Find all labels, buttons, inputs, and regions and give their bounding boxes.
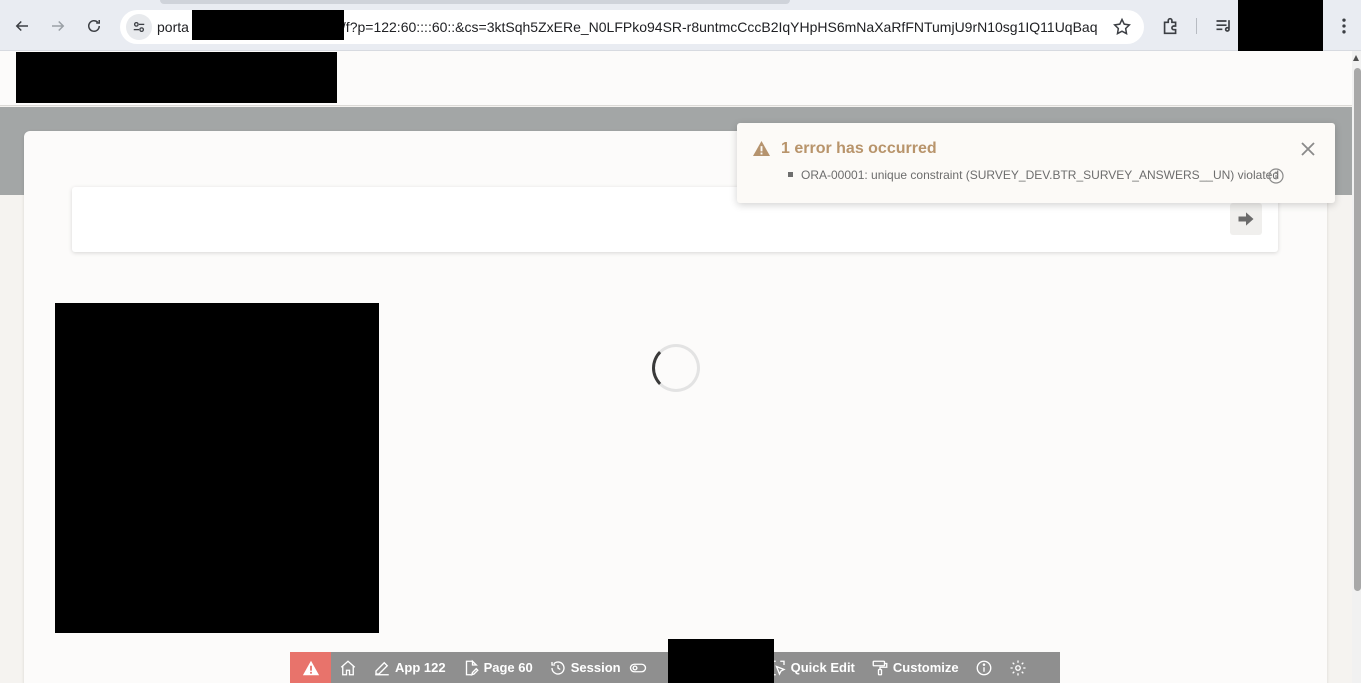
redacted-app-logo <box>16 52 337 103</box>
toggle-icon <box>629 663 646 672</box>
redacted-image <box>55 303 379 633</box>
dev-error-button[interactable] <box>290 652 331 683</box>
dev-page-label: Page 60 <box>483 660 533 675</box>
back-button[interactable] <box>9 13 35 39</box>
dev-quick-edit-button[interactable]: Quick Edit <box>761 652 863 683</box>
dev-session-label: Session <box>570 660 621 675</box>
paint-roller-icon <box>872 660 888 675</box>
close-icon[interactable] <box>1299 140 1317 158</box>
redacted-profile <box>1238 0 1323 51</box>
forward-button[interactable] <box>45 13 71 39</box>
content-region <box>24 131 1327 683</box>
redacted-url-segment <box>192 10 344 40</box>
page-edit-icon <box>465 659 479 676</box>
dev-customize-label: Customize <box>892 660 959 675</box>
reload-icon <box>88 20 100 32</box>
dev-customize-button[interactable]: Customize <box>863 652 967 683</box>
arrow-right-icon <box>1238 212 1254 226</box>
active-tab-edge <box>160 0 790 4</box>
browser-toolbar: porta/f?p=122:60::::60::&cs=3ktSqh5ZxERe… <box>0 0 1361 51</box>
clock-history-icon <box>551 660 565 675</box>
dev-home-button[interactable] <box>331 652 365 683</box>
warning-icon <box>753 140 770 157</box>
bookmark-star-icon[interactable] <box>1112 17 1132 37</box>
error-message: ORA-00001: unique constraint (SURVEY_DEV… <box>801 168 1279 182</box>
edit-pencil-icon <box>375 661 389 675</box>
error-notification: 1 error has occurred ORA-00001: unique c… <box>737 123 1335 203</box>
dev-page-button[interactable]: Page 60 <box>454 652 541 683</box>
dev-settings-button[interactable] <box>1001 652 1035 683</box>
gear-icon <box>1010 660 1026 675</box>
scroll-up-arrow-icon[interactable] <box>1353 55 1359 61</box>
site-info-icon <box>133 21 145 33</box>
dev-app-label: App 122 <box>395 660 446 675</box>
url-suffix: /f?p=122:60::::60::&cs=3ktSqh5ZxERe_N0LF… <box>341 19 1097 35</box>
home-icon <box>340 659 356 675</box>
extensions-icon[interactable] <box>1160 15 1182 37</box>
scrollbar-thumb[interactable] <box>1354 68 1361 591</box>
list-bullet <box>788 172 793 177</box>
app-header <box>0 51 1352 106</box>
media-queue-icon[interactable] <box>1214 16 1234 36</box>
dev-session-button[interactable]: Session <box>541 652 655 683</box>
dev-info-button[interactable] <box>967 652 1001 683</box>
menu-dots-icon[interactable] <box>1334 16 1354 36</box>
info-icon <box>976 660 992 675</box>
dev-quick-edit-label: Quick Edit <box>790 660 855 675</box>
dev-app-button[interactable]: App 122 <box>365 652 454 683</box>
back-arrow-icon <box>15 20 28 32</box>
forward-arrow-icon <box>52 20 65 32</box>
warning-icon <box>302 660 319 675</box>
toolbar-divider <box>1196 18 1197 34</box>
go-button[interactable] <box>1230 203 1262 235</box>
address-bar[interactable]: porta/f?p=122:60::::60::&cs=3ktSqh5ZxERe… <box>120 10 1144 44</box>
info-icon[interactable] <box>1268 168 1284 184</box>
site-info-button[interactable] <box>126 14 152 40</box>
loading-spinner <box>652 344 700 392</box>
error-title: 1 error has occurred <box>781 140 937 157</box>
reload-button[interactable] <box>81 13 107 39</box>
redacted-dev-item <box>668 639 774 683</box>
url-prefix: porta <box>157 19 189 35</box>
